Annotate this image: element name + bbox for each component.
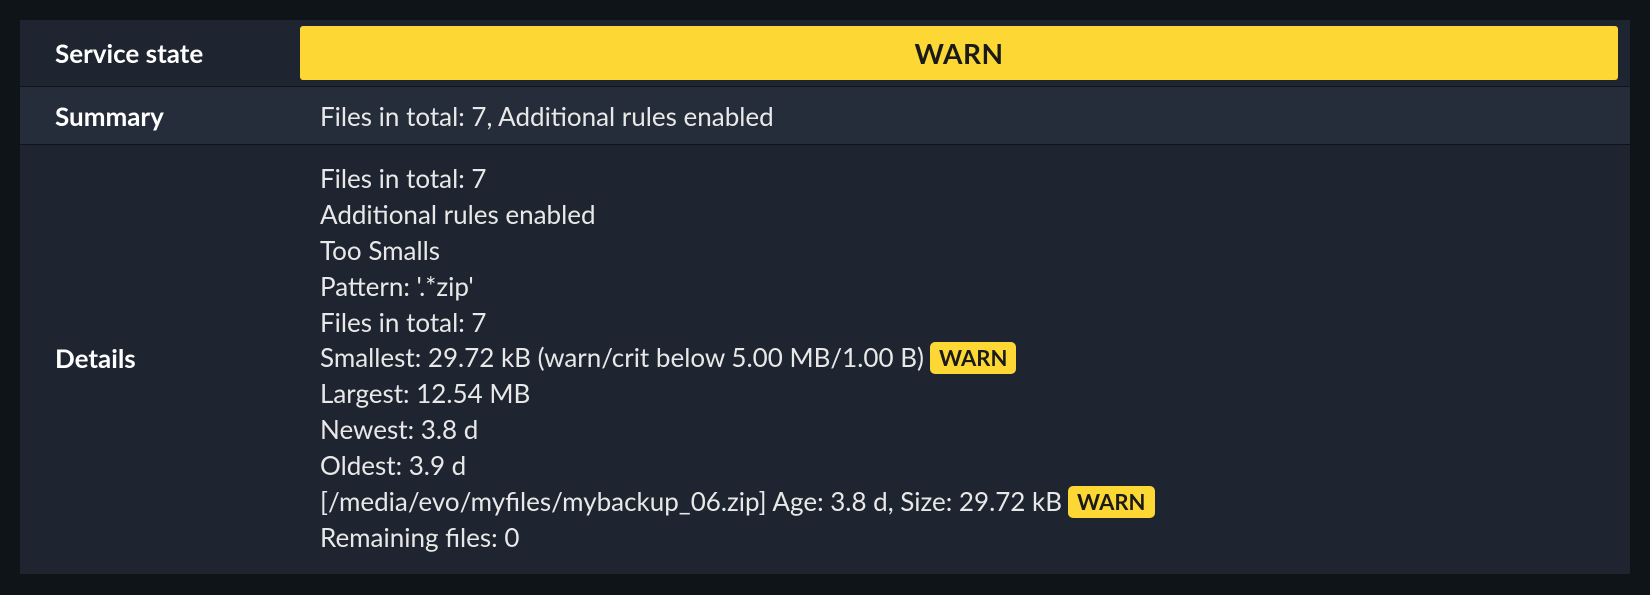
details-line-text: Files in total: 7 — [320, 305, 486, 341]
details-line-text: [/media/evo/myfiles/mybackup_06.zip] Age… — [320, 484, 1062, 520]
details-line-text: Oldest: 3.9 d — [320, 448, 466, 484]
service-info-panel: Service state WARN Summary Files in tota… — [20, 20, 1630, 575]
details-line: Oldest: 3.9 d — [320, 448, 1610, 484]
details-line: [/media/evo/myfiles/mybackup_06.zip] Age… — [320, 484, 1610, 520]
details-line-text: Too Smalls — [320, 233, 440, 269]
details-row: Details Files in total: 7Additional rule… — [20, 145, 1630, 575]
details-line: Files in total: 7 — [320, 305, 1610, 341]
details-line-text: Newest: 3.8 d — [320, 412, 478, 448]
summary-label: Summary — [20, 90, 300, 142]
details-line: Newest: 3.8 d — [320, 412, 1610, 448]
details-line: Smallest: 29.72 kB (warn/crit below 5.00… — [320, 340, 1610, 376]
warn-badge: WARN — [930, 342, 1016, 374]
details-line: Remaining files: 0 — [320, 520, 1610, 556]
details-label: Details — [20, 332, 300, 384]
details-content: Files in total: 7Additional rules enable… — [300, 153, 1630, 564]
summary-value: Files in total: 7, Additional rules enab… — [300, 90, 1630, 142]
details-line-text: Smallest: 29.72 kB (warn/crit below 5.00… — [320, 340, 924, 376]
service-state-label: Service state — [20, 27, 300, 79]
details-line: Files in total: 7 — [320, 161, 1610, 197]
details-line-text: Additional rules enabled — [320, 197, 596, 233]
details-line: Pattern: '.*zip' — [320, 269, 1610, 305]
details-line: Largest: 12.54 MB — [320, 376, 1610, 412]
details-line-text: Largest: 12.54 MB — [320, 376, 530, 412]
details-line-text: Files in total: 7 — [320, 161, 486, 197]
service-state-row: Service state WARN — [20, 20, 1630, 87]
details-line-text: Pattern: '.*zip' — [320, 269, 474, 305]
warn-badge: WARN — [1068, 486, 1154, 518]
details-line: Too Smalls — [320, 233, 1610, 269]
details-line-text: Remaining files: 0 — [320, 520, 519, 556]
details-line: Additional rules enabled — [320, 197, 1610, 233]
state-badge: WARN — [300, 26, 1618, 80]
summary-row: Summary Files in total: 7, Additional ru… — [20, 87, 1630, 145]
